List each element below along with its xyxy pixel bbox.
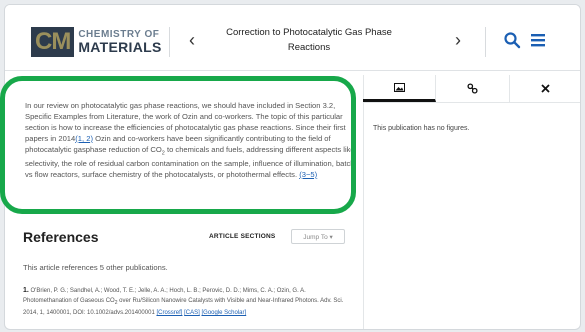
cas-link[interactable]: [CAS]: [184, 310, 200, 316]
references-header: References ARTICLE SECTIONS Jump To ▾: [23, 229, 355, 249]
jump-to-dropdown[interactable]: Jump To ▾: [291, 229, 345, 244]
panel-divider: [363, 75, 364, 329]
logo-mark: CM: [31, 27, 75, 57]
article-body: In our review on photocatalytic gas phas…: [25, 101, 355, 181]
article-paragraph: In our review on photocatalytic gas phas…: [25, 101, 355, 179]
top-bar: CM CHEMISTRY OF MATERIALS ‹ Correction t…: [5, 5, 580, 71]
tab-references[interactable]: [436, 75, 510, 102]
citation-link[interactable]: (3−5): [299, 170, 317, 179]
reference-item: 1. O'Brien, P. G.; Sandhel, A.; Wood, T.…: [23, 287, 344, 317]
side-panel-tabs: [363, 75, 580, 103]
close-panel-button[interactable]: [510, 75, 580, 102]
logo-line2: MATERIALS: [78, 39, 162, 55]
link-icon: [467, 83, 478, 94]
close-icon: [541, 84, 550, 93]
prev-article-button[interactable]: ‹: [181, 27, 203, 53]
app-frame: CM CHEMISTRY OF MATERIALS ‹ Correction t…: [4, 4, 581, 330]
image-icon: [393, 82, 405, 92]
next-article-button[interactable]: ›: [447, 27, 469, 53]
no-figures-message: This publication has no figures.: [373, 125, 470, 132]
crossref-link[interactable]: [Crossref]: [156, 310, 182, 316]
divider: [485, 27, 486, 57]
references-title: References: [23, 229, 99, 245]
citation-link[interactable]: (1, 2): [75, 134, 93, 143]
references-intro: This article references 5 other publicat…: [23, 263, 168, 272]
divider: [169, 27, 170, 57]
page-title: Correction to Photocatalytic Gas Phase R…: [226, 27, 392, 53]
journal-logo[interactable]: CM CHEMISTRY OF MATERIALS: [31, 25, 162, 59]
article-sections-label: ARTICLE SECTIONS: [209, 233, 276, 240]
menu-icon[interactable]: [529, 31, 547, 49]
search-icon[interactable]: [503, 31, 521, 49]
google-scholar-link[interactable]: [Google Scholar]: [201, 310, 246, 316]
tab-figures[interactable]: [363, 75, 437, 102]
